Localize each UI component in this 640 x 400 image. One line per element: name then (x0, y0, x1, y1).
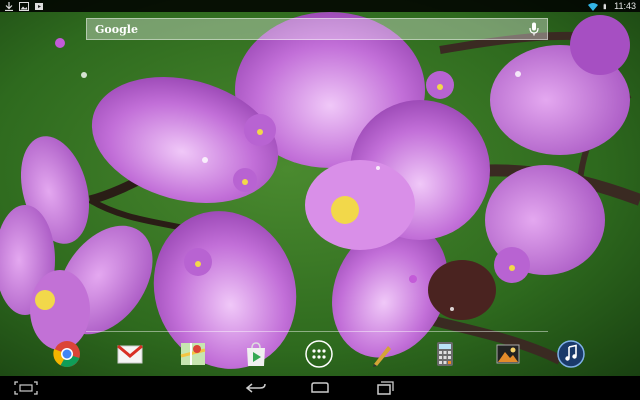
back-icon[interactable] (244, 381, 268, 395)
status-bar: 11:43 (0, 0, 640, 12)
chrome-icon[interactable] (53, 340, 81, 368)
home-icon[interactable] (308, 381, 332, 395)
status-system: 11:43 (588, 0, 636, 12)
battery-icon (603, 3, 607, 9)
image-icon (19, 1, 29, 11)
pen-tool-icon[interactable] (368, 340, 396, 368)
home-screen: 11:43 Google (0, 0, 640, 400)
recent-apps-icon[interactable] (372, 381, 396, 395)
search-label: Google (95, 22, 138, 36)
play-store-notification-icon (35, 2, 43, 10)
download-icon (5, 1, 13, 11)
wifi-icon (588, 2, 599, 11)
gmail-icon[interactable] (116, 340, 144, 368)
app-drawer-icon[interactable] (305, 340, 333, 368)
play-store-icon[interactable] (242, 340, 270, 368)
orchid-wallpaper (0, 0, 640, 376)
dock-divider (86, 331, 548, 332)
navigation-bar (0, 376, 640, 400)
calculator-icon[interactable] (431, 340, 459, 368)
maps-icon[interactable] (179, 340, 207, 368)
screenshot-icon[interactable] (14, 381, 38, 395)
google-search-bar[interactable]: Google (86, 18, 548, 40)
mic-icon[interactable] (529, 22, 539, 36)
status-notifications (4, 1, 44, 11)
music-icon[interactable] (557, 340, 585, 368)
gallery-icon[interactable] (494, 340, 522, 368)
clock: 11:43 (614, 1, 636, 11)
